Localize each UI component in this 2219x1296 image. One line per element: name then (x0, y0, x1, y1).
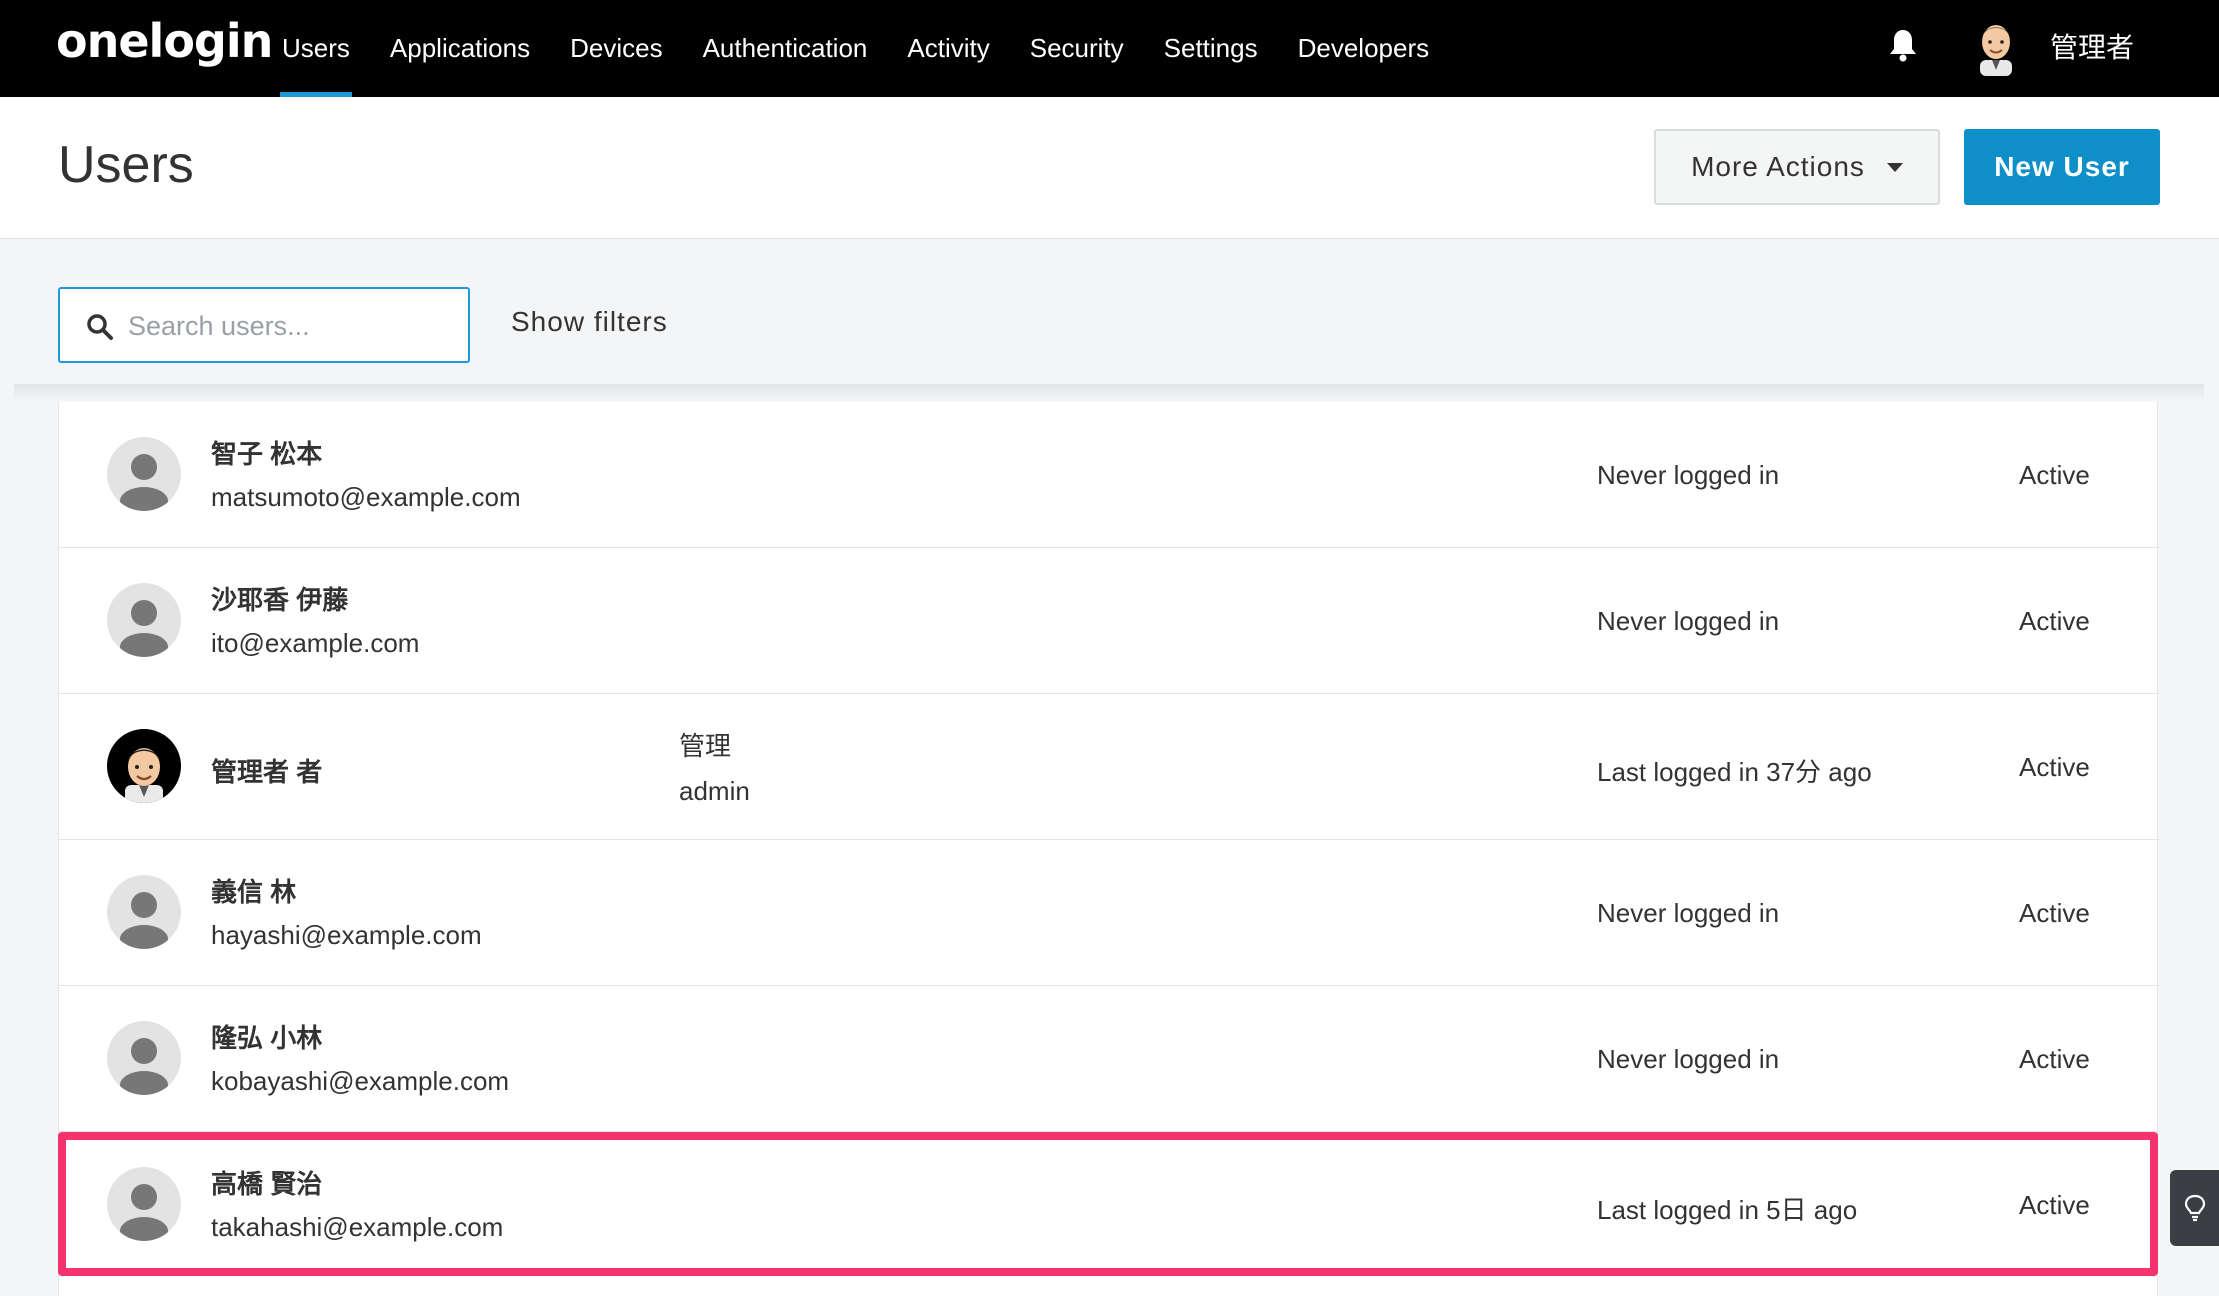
table-row[interactable]: 隆弘 小林 kobayashi@example.com Never logged… (59, 986, 2159, 1132)
nav-developers[interactable]: Developers (1278, 0, 1450, 97)
table-row[interactable]: 智子 松本 matsumoto@example.com Never logged… (59, 402, 2159, 548)
onelogin-logo[interactable]: onelogin (56, 14, 273, 68)
more-actions-button[interactable]: More Actions (1654, 129, 1940, 205)
search-icon (87, 314, 113, 340)
show-filters-link[interactable]: Show filters (511, 306, 668, 338)
bell-icon[interactable] (1888, 28, 1918, 62)
status-badge: Active (2019, 1190, 2090, 1220)
nav-activity[interactable]: Activity (887, 0, 1009, 97)
admin-avatar-icon (107, 729, 181, 803)
status-badge: Active (2019, 606, 2090, 636)
nav-authentication[interactable]: Authentication (683, 0, 888, 97)
user-name: 智子 松本 (211, 439, 323, 469)
last-login: Never logged in (1597, 1044, 1780, 1074)
chevron-down-icon (1886, 162, 1903, 172)
top-navigation-bar: onelogin Users Applications Devices Auth… (0, 0, 2219, 97)
nav-users[interactable]: Users (262, 0, 370, 97)
default-avatar-icon (107, 583, 181, 657)
user-role-secondary: admin (679, 776, 750, 806)
current-user-name[interactable]: 管理者 (2050, 26, 2134, 66)
more-actions-label: More Actions (1691, 151, 1865, 182)
new-user-button[interactable]: New User (1964, 129, 2160, 205)
default-avatar-icon (107, 1021, 181, 1095)
status-badge: Active (2019, 460, 2090, 490)
default-avatar-icon (107, 1167, 181, 1241)
user-list: 智子 松本 matsumoto@example.com Never logged… (58, 402, 2159, 1296)
user-name: 沙耶香 伊藤 (211, 585, 349, 615)
user-email: ito@example.com (211, 628, 420, 658)
nav-settings[interactable]: Settings (1144, 0, 1278, 97)
table-row[interactable]: 義信 林 hayashi@example.com Never logged in… (59, 840, 2159, 986)
user-role: 管理 (679, 731, 732, 761)
default-avatar-icon (107, 437, 181, 511)
user-email: takahashi@example.com (211, 1212, 504, 1242)
lightbulb-icon (2184, 1194, 2206, 1222)
search-box[interactable] (58, 287, 470, 363)
user-avatar-icon[interactable] (1972, 16, 2020, 76)
table-row[interactable]: 沙耶香 伊藤 ito@example.com Never logged in A… (59, 548, 2159, 694)
last-login: Last logged in 37分 ago (1597, 757, 1872, 787)
nav-security[interactable]: Security (1010, 0, 1144, 97)
main-nav: Users Applications Devices Authenticatio… (262, 0, 1449, 97)
user-email: kobayashi@example.com (211, 1066, 510, 1096)
user-email: matsumoto@example.com (211, 482, 521, 512)
user-name: 管理者 者 (211, 757, 323, 787)
user-name: 義信 林 (211, 877, 297, 907)
page-title: Users (58, 136, 194, 194)
status-badge: Active (2019, 752, 2090, 782)
user-name: 隆弘 小林 (211, 1023, 323, 1053)
user-name: 高橋 賢治 (211, 1169, 323, 1199)
table-row[interactable]: 管理者 者 管理 admin Last logged in 37分 ago Ac… (59, 694, 2159, 840)
header-shadow (14, 384, 2204, 402)
nav-applications[interactable]: Applications (370, 0, 550, 97)
user-email: hayashi@example.com (211, 920, 482, 950)
last-login: Never logged in (1597, 460, 1780, 490)
default-avatar-icon (107, 875, 181, 949)
help-tab[interactable] (2170, 1170, 2219, 1246)
search-input[interactable] (128, 303, 458, 349)
status-badge: Active (2019, 1044, 2090, 1074)
nav-devices[interactable]: Devices (550, 0, 682, 97)
table-row[interactable]: 高橋 賢治 takahashi@example.com Last logged … (59, 1132, 2159, 1278)
last-login: Never logged in (1597, 606, 1780, 636)
last-login: Last logged in 5日 ago (1597, 1195, 1858, 1225)
last-login: Never logged in (1597, 898, 1780, 928)
page-header: Users More Actions New User (0, 97, 2219, 239)
status-badge: Active (2019, 898, 2090, 928)
